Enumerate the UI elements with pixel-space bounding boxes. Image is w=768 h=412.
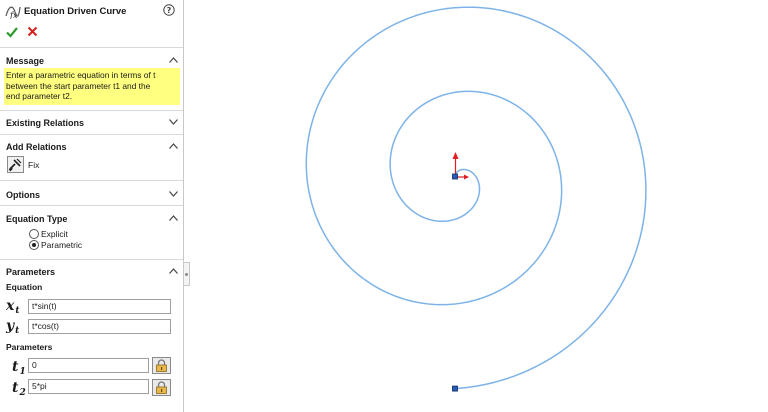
property-manager-panel: fx Equation Driven Curve ? Message Enter… (0, 0, 184, 412)
radio-parametric-label: Parametric (41, 240, 83, 250)
section-add-relations-title: Add Relations (6, 142, 67, 152)
section-parameters-title: Parameters (6, 267, 56, 277)
x-equation-input[interactable]: t*sin(t) (28, 299, 171, 314)
message-line: Enter a parametric equation in terms of … (6, 70, 156, 80)
lock-icon (156, 359, 167, 372)
equation-label: Equation (6, 282, 43, 292)
section-existing-relations-header[interactable]: Existing Relations (0, 113, 183, 131)
chevron-up-icon (169, 143, 178, 149)
radio-circle[interactable] (29, 229, 39, 239)
equation-curve-icon: fx (5, 6, 21, 19)
radio-circle-selected[interactable] (29, 240, 39, 250)
section-existing-relations-title: Existing Relations (6, 118, 85, 128)
panel-titlebar: fx Equation Driven Curve ? (0, 0, 183, 22)
svg-text:?: ? (167, 6, 172, 15)
panel-title: Equation Driven Curve (24, 6, 127, 17)
lock-icon (156, 381, 167, 394)
origin-icon (452, 152, 469, 180)
section-message-title: Message (6, 56, 45, 66)
y-equation-input[interactable]: t*cos(t) (28, 319, 171, 334)
spiral-curve[interactable] (305, 6, 647, 390)
fix-relation-icon (8, 158, 22, 172)
radio-explicit-label: Explicit (41, 229, 68, 239)
parameters-label: Parameters (6, 342, 53, 352)
divider (0, 205, 183, 206)
t1-variable-label: t1 (12, 359, 26, 377)
section-equation-type-title: Equation Type (6, 214, 68, 224)
message-line: end parameter t2. (6, 91, 73, 101)
y-variable-label: yt (6, 318, 20, 336)
section-message-header[interactable]: Message (0, 51, 183, 69)
fix-relation-button[interactable] (7, 156, 24, 173)
t2-parameter-input[interactable]: 5*pi (28, 379, 149, 394)
chevron-up-icon (169, 268, 178, 274)
svg-text:fx: fx (9, 11, 18, 19)
section-options-header[interactable]: Options (0, 185, 183, 203)
divider (0, 259, 183, 260)
fix-label: Fix (28, 160, 40, 170)
section-options-title: Options (6, 190, 40, 200)
section-parameters-header[interactable]: Parameters (0, 262, 183, 280)
chevron-down-icon (169, 191, 178, 197)
x-variable-label: xt (6, 298, 20, 316)
t1-lock-button[interactable] (152, 357, 171, 374)
curve-endpoint-marker[interactable] (452, 385, 458, 392)
cancel-close-icon[interactable] (27, 26, 38, 37)
ok-checkmark-icon[interactable] (6, 26, 18, 38)
divider (0, 47, 183, 48)
message-box: Enter a parametric equation in terms of … (4, 68, 180, 105)
message-line: between the start parameter t1 and the (6, 80, 151, 91)
chevron-up-icon (169, 215, 178, 221)
chevron-up-icon (169, 57, 178, 63)
chevron-down-icon (169, 119, 178, 125)
t1-parameter-input[interactable]: 0 (28, 358, 149, 373)
t2-variable-label: t2 (12, 380, 26, 398)
divider (0, 180, 183, 181)
help-icon[interactable]: ? (163, 4, 175, 16)
divider (0, 134, 183, 135)
section-add-relations-header[interactable]: Add Relations (0, 137, 183, 155)
section-equation-type-header[interactable]: Equation Type (0, 209, 183, 227)
graphics-area[interactable] (185, 0, 768, 412)
divider (0, 110, 183, 111)
t2-lock-button[interactable] (152, 379, 171, 396)
